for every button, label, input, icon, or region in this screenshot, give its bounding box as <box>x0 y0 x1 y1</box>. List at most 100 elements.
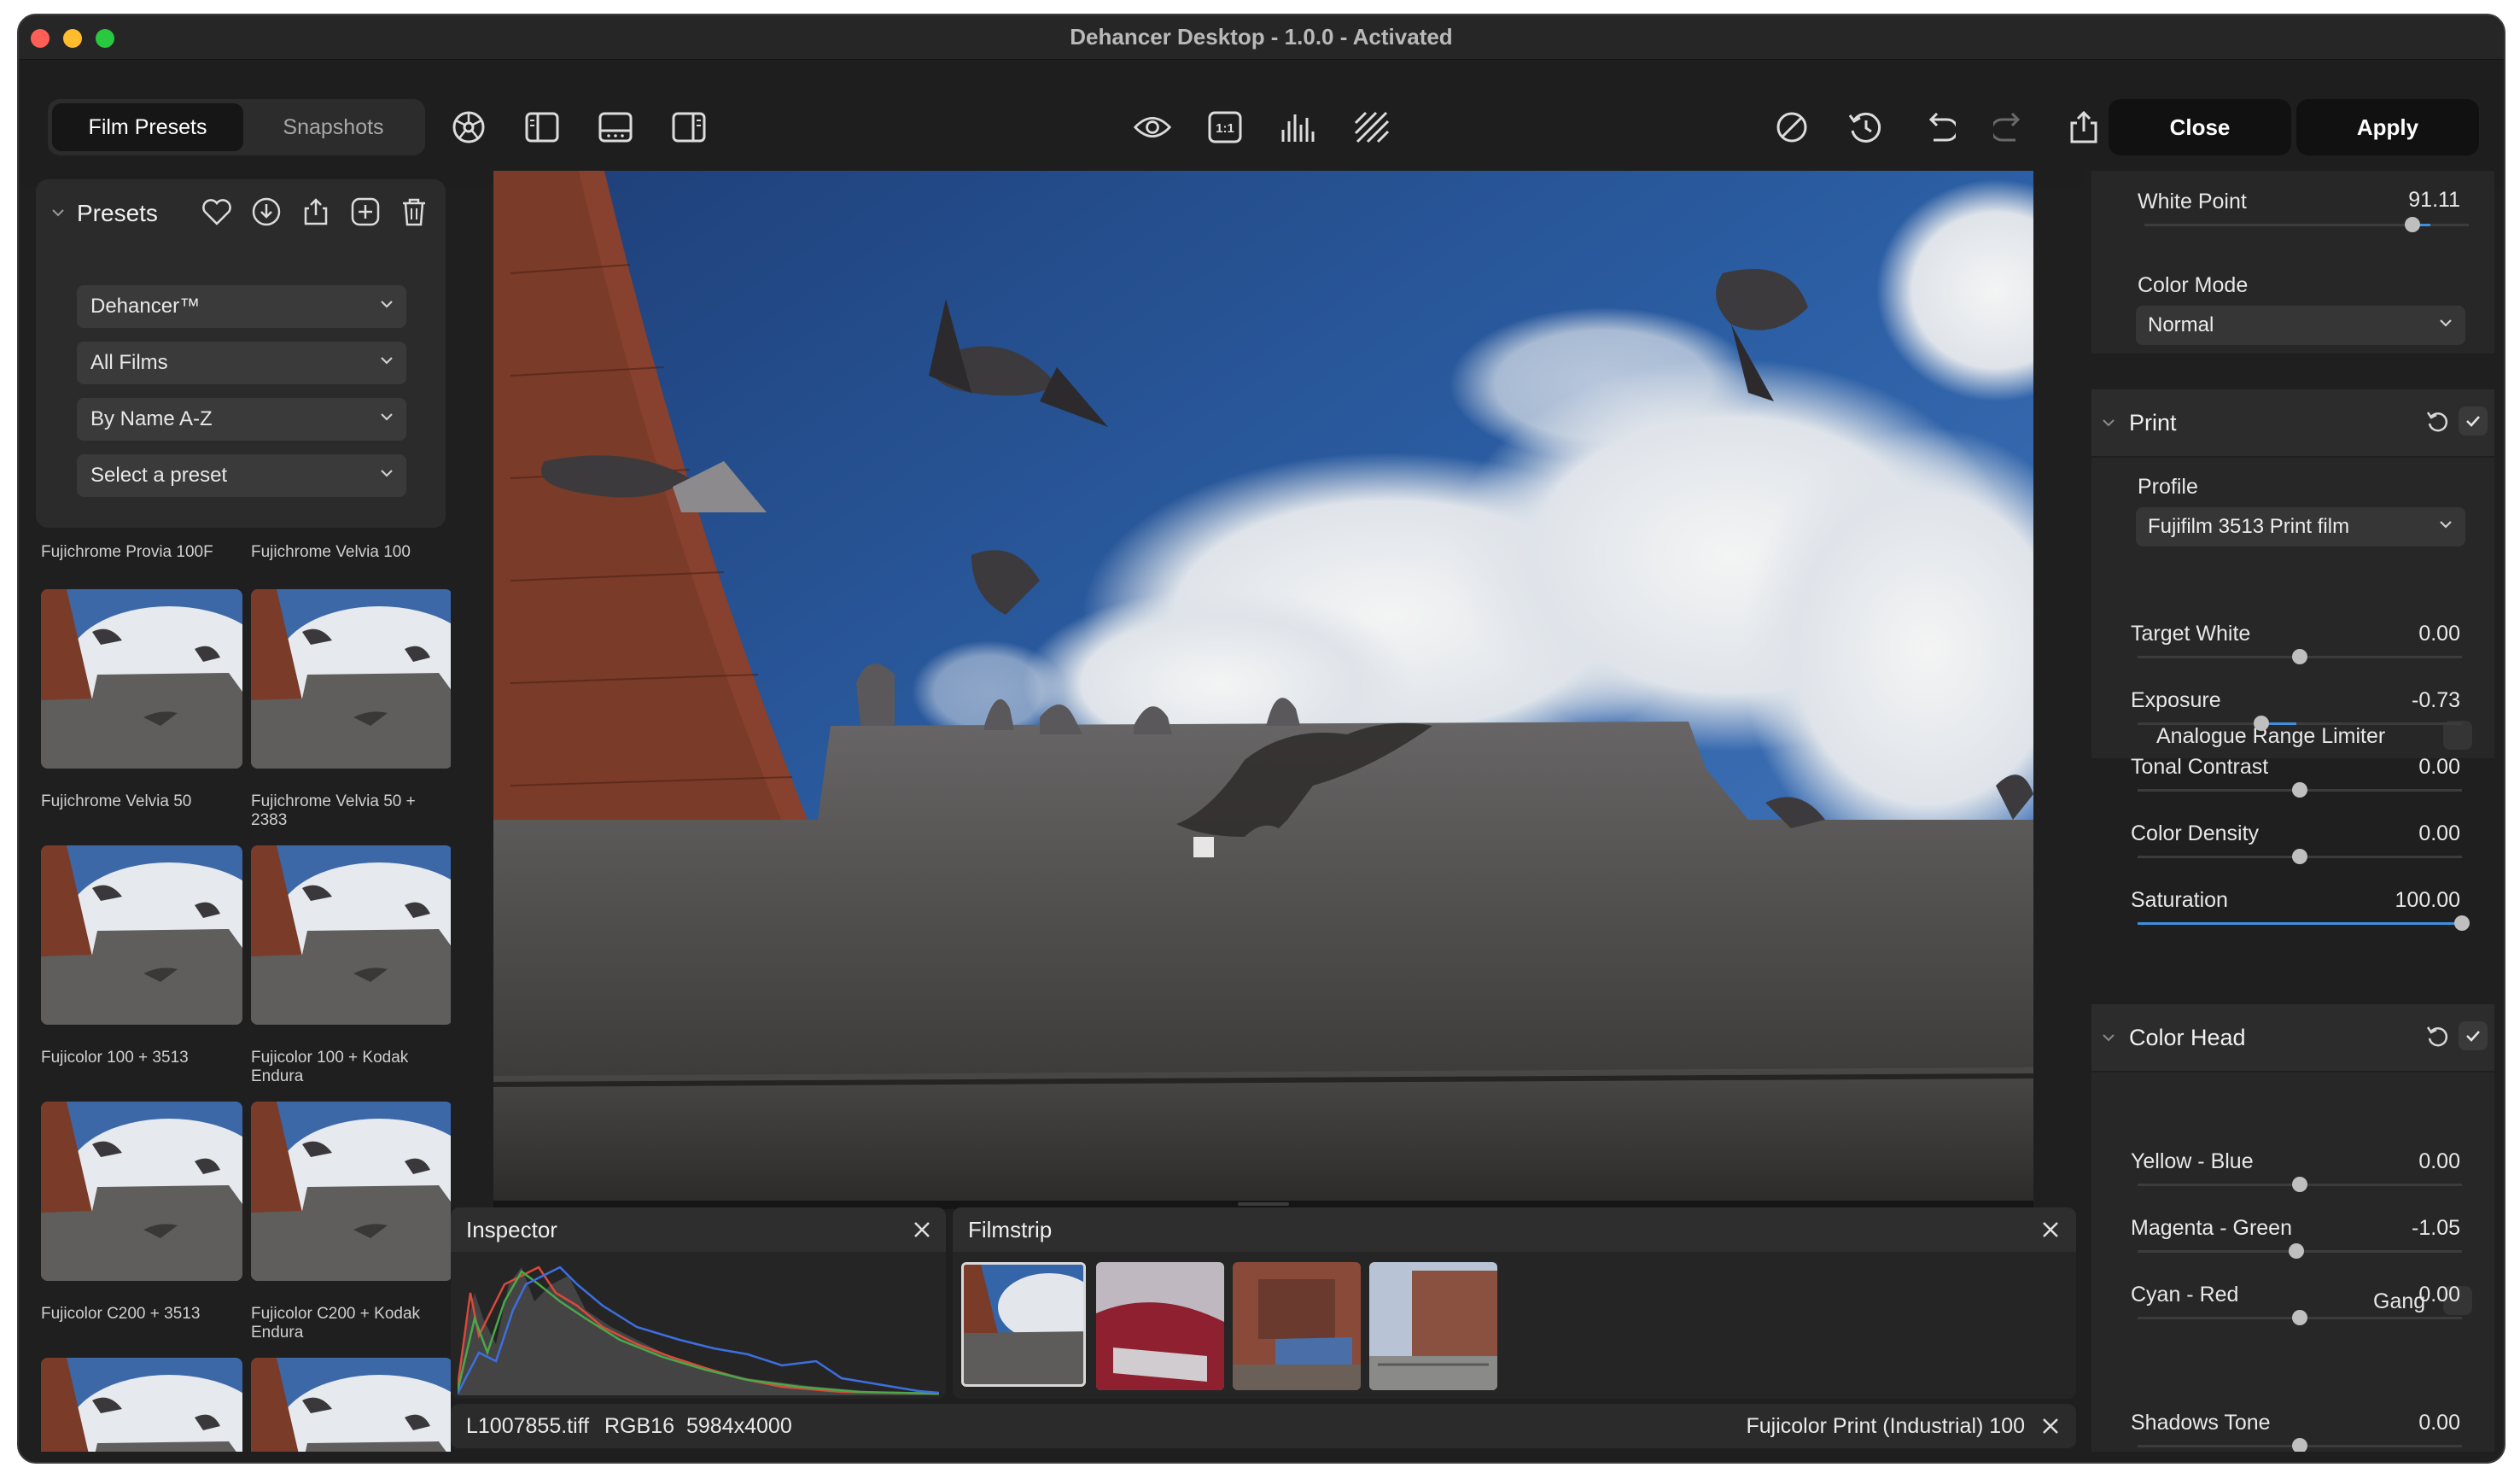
layout-right-icon[interactable] <box>669 108 709 147</box>
white-point-value: 91.11 <box>2408 188 2460 212</box>
preset-thumbnail[interactable] <box>251 1358 451 1452</box>
collapse-chevron-icon[interactable] <box>51 208 65 217</box>
presets-title: Presets <box>77 200 158 226</box>
chevron-down-icon <box>2438 519 2453 529</box>
close-icon[interactable] <box>2040 1416 2061 1436</box>
reset-icon[interactable] <box>2424 408 2452 436</box>
analogue-range-limiter-checkbox[interactable] <box>2443 721 2472 750</box>
preset-label: Fujicolor C200 + Kodak Endura <box>251 1305 421 1342</box>
slider-label: Shadows Tone <box>2131 1411 2271 1435</box>
share-icon[interactable] <box>300 196 331 227</box>
import-icon[interactable] <box>251 196 282 227</box>
filmstrip-thumb-active[interactable] <box>961 1262 1086 1387</box>
close-icon[interactable] <box>912 1219 932 1240</box>
chevron-down-icon <box>379 468 394 478</box>
tab-snapshots[interactable]: Snapshots <box>246 103 421 151</box>
slider-label: Cyan - Red <box>2131 1283 2239 1307</box>
slider-knob[interactable] <box>2288 1243 2304 1259</box>
color-mode-value: Normal <box>2148 313 2214 336</box>
status-filename: L1007855.tiff <box>466 1414 590 1438</box>
profile-value: Fujifilm 3513 Print film <box>2148 515 2350 538</box>
history-icon[interactable] <box>1846 108 1885 147</box>
preset-thumbnail[interactable] <box>251 589 451 769</box>
preset-label: Fujichrome Velvia 50 + 2383 <box>251 792 416 829</box>
preset-thumbnail[interactable] <box>41 589 242 769</box>
disable-icon[interactable] <box>1772 108 1811 147</box>
color-head-section-title: Color Head <box>2129 1025 2246 1050</box>
image-viewer[interactable] <box>493 171 2033 1209</box>
apply-button[interactable]: Apply <box>2296 99 2479 155</box>
color-head-section-header[interactable]: Color Head <box>2091 1004 2494 1071</box>
reset-icon[interactable] <box>2424 1023 2452 1050</box>
collapse-chevron-icon[interactable] <box>2102 1033 2115 1042</box>
slider-knob[interactable] <box>2292 1310 2307 1325</box>
mode-tabs: Film Presets Snapshots <box>48 99 425 155</box>
preset-thumbnail[interactable] <box>41 1358 242 1452</box>
histogram-chart <box>458 1266 939 1395</box>
preset-thumbnail[interactable] <box>41 1102 242 1281</box>
slider-knob[interactable] <box>2253 716 2269 731</box>
inspector-panel: Inspector <box>451 1207 946 1399</box>
print-section-header[interactable]: Print <box>2091 389 2494 456</box>
undo-icon[interactable] <box>1919 108 1958 147</box>
slider-knob[interactable] <box>2292 849 2307 864</box>
slider-label: Target White <box>2131 622 2251 646</box>
histogram-icon[interactable] <box>1279 108 1318 147</box>
slider-track[interactable] <box>2138 722 2462 725</box>
trash-icon[interactable] <box>400 196 429 227</box>
layout-left-icon[interactable] <box>522 108 562 147</box>
slider-label: Saturation <box>2131 888 2228 912</box>
collapse-chevron-icon[interactable] <box>2102 418 2115 427</box>
eye-icon[interactable] <box>1133 108 1172 147</box>
filmstrip-thumb[interactable] <box>1096 1262 1224 1390</box>
slider-label: Yellow - Blue <box>2131 1149 2254 1173</box>
sort-dropdown[interactable]: By Name A-Z <box>77 398 406 441</box>
profile-dropdown[interactable]: Fujifilm 3513 Print film <box>2136 507 2465 547</box>
layout-bottom-icon[interactable] <box>596 108 635 147</box>
vendor-dropdown[interactable]: Dehancer™ <box>77 285 406 328</box>
film-type-dropdown[interactable]: All Films <box>77 342 406 384</box>
preset-dropdown[interactable]: Select a preset <box>77 454 406 497</box>
preset-thumbnail[interactable] <box>251 845 451 1025</box>
filmstrip-thumb[interactable] <box>1369 1262 1497 1390</box>
film-icon[interactable] <box>449 108 488 147</box>
color-mode-dropdown[interactable]: Normal <box>2136 306 2465 345</box>
close-icon[interactable] <box>2040 1219 2061 1240</box>
slider-knob[interactable] <box>2292 649 2307 664</box>
slider-value: 100.00 <box>2395 888 2460 912</box>
preset-thumbnail[interactable] <box>251 1102 451 1281</box>
close-button[interactable]: Close <box>2109 99 2291 155</box>
preset-thumbnail[interactable] <box>41 845 242 1025</box>
white-point-knob[interactable] <box>2404 217 2420 232</box>
filmstrip-thumb[interactable] <box>1233 1262 1361 1390</box>
one-to-one-icon[interactable]: 1:1 <box>1205 108 1245 147</box>
slider-value: 0.00 <box>2418 1283 2460 1307</box>
filmstrip-header: Filmstrip <box>953 1207 2076 1252</box>
slider-knob[interactable] <box>2292 1177 2307 1192</box>
slider-label: Tonal Contrast <box>2131 755 2269 779</box>
inspector-title: Inspector <box>466 1216 557 1242</box>
main-toolbar: Film Presets Snapshots 1:1 Close Apply <box>19 60 2504 186</box>
slider-value: 0.00 <box>2418 755 2460 779</box>
heart-icon[interactable] <box>201 198 232 227</box>
color-head-enable-checkbox[interactable] <box>2459 1021 2488 1050</box>
export-icon[interactable] <box>2064 108 2103 147</box>
gang-label: Gang <box>2373 1289 2426 1313</box>
photo-preview <box>493 171 2033 1209</box>
analogue-range-limiter-label: Analogue Range Limiter <box>2156 724 2386 748</box>
inspector-header: Inspector <box>451 1207 946 1252</box>
stripes-icon[interactable] <box>1352 108 1391 147</box>
slider-knob[interactable] <box>2454 915 2470 931</box>
window-title: Dehancer Desktop - 1.0.0 - Activated <box>1070 24 1453 50</box>
slider-knob[interactable] <box>2292 782 2307 798</box>
tab-film-presets[interactable]: Film Presets <box>52 103 243 151</box>
filmstrip-title: Filmstrip <box>968 1216 1053 1242</box>
slider-value: 0.00 <box>2418 1149 2460 1173</box>
preset-label: Fujicolor 100 + 3513 <box>41 1049 189 1067</box>
add-icon[interactable] <box>350 196 381 227</box>
print-enable-checkbox[interactable] <box>2459 406 2488 436</box>
slider-knob[interactable] <box>2292 1438 2307 1452</box>
title-bar: Dehancer Desktop - 1.0.0 - Activated <box>19 15 2504 60</box>
slider-label: Magenta - Green <box>2131 1216 2292 1240</box>
redo-icon[interactable] <box>1991 108 2030 147</box>
